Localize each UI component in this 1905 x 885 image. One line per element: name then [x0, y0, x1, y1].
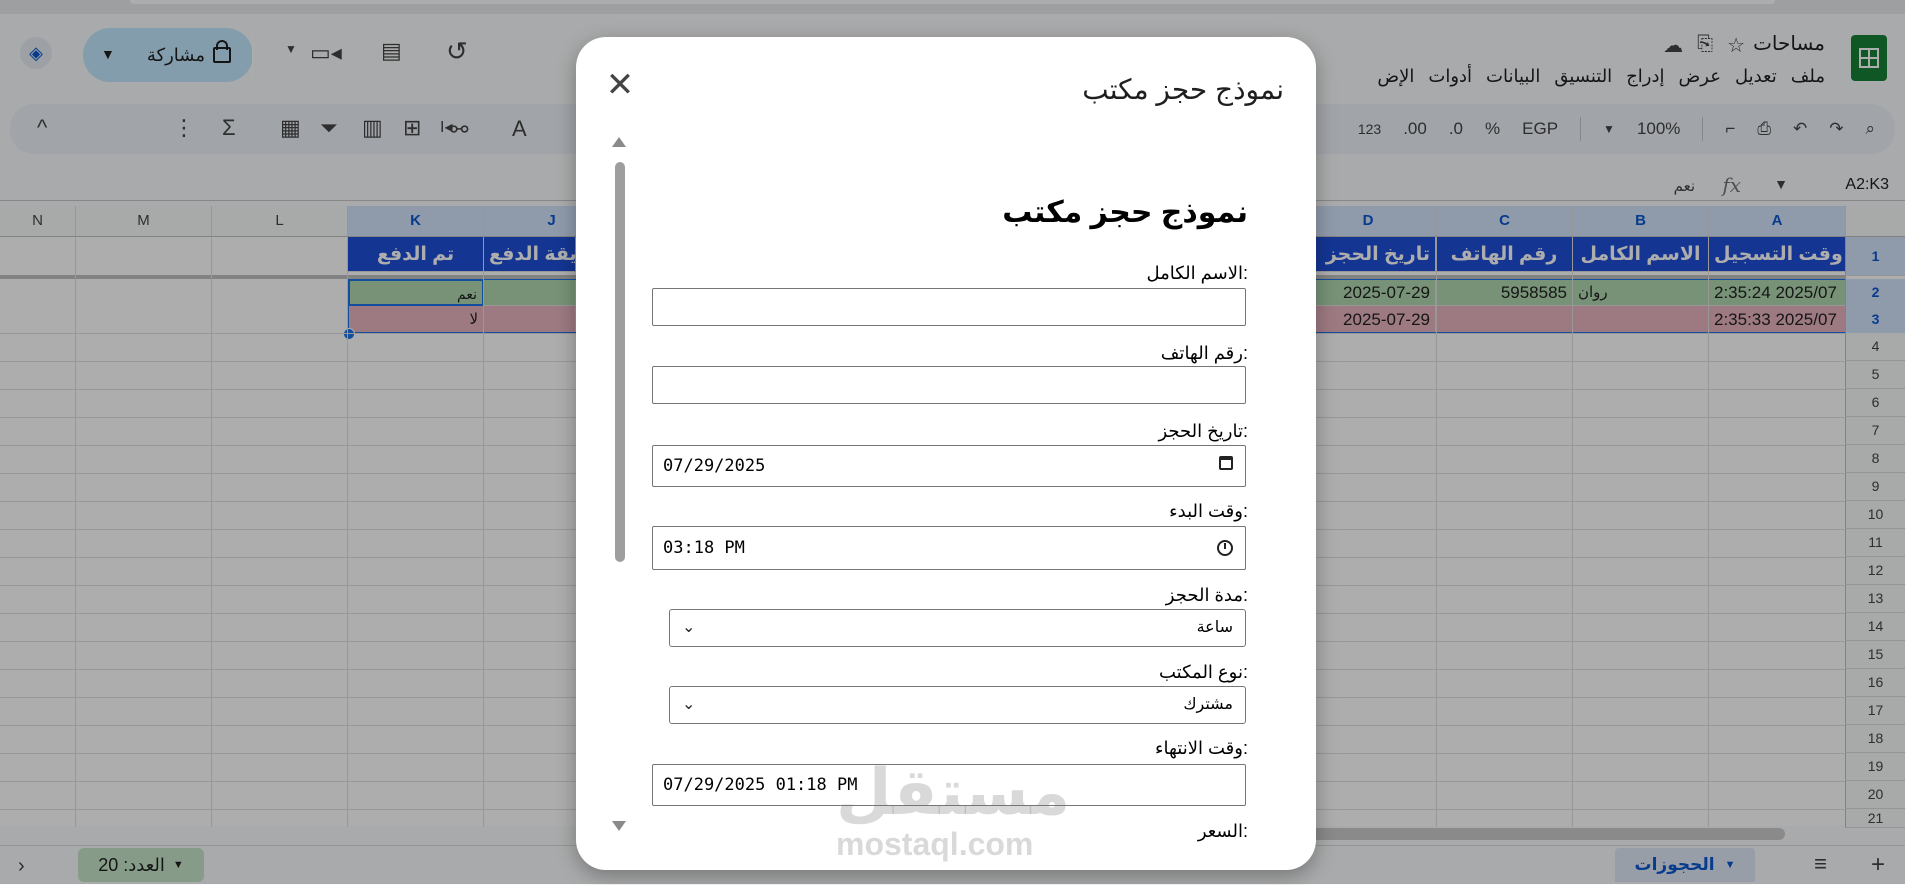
full-name-input[interactable] [652, 288, 1246, 326]
date-input[interactable]: 07/29/2025 [652, 445, 1246, 487]
duration-value: ساعة [1196, 619, 1233, 636]
dialog-scrollbar[interactable] [615, 162, 625, 562]
watermark-arabic: مستقل [836, 756, 1071, 828]
end-time-label: وقت الانتهاء: [1155, 738, 1248, 758]
start-time-input[interactable]: 03:18 PM [652, 526, 1246, 570]
full-name-label: الاسم الكامل: [1146, 263, 1248, 283]
office-type-select[interactable]: مشترك ⌄ [669, 686, 1246, 724]
chevron-down-icon: ⌄ [682, 696, 696, 713]
duration-select[interactable]: ساعة ⌄ [669, 609, 1246, 647]
date-value: 07/29/2025 [663, 456, 766, 476]
watermark-latin: mostaql.com [836, 826, 1034, 862]
scroll-up-icon[interactable] [612, 137, 626, 147]
start-time-value: 03:18 PM [663, 538, 745, 558]
start-time-label: وقت البدء: [1169, 501, 1248, 521]
price-label: السعر: [1197, 821, 1248, 841]
duration-label: مدة الحجز: [1165, 585, 1248, 605]
office-type-value: مشترك [1183, 696, 1233, 713]
date-label: تاريخ الحجز: [1158, 421, 1249, 441]
chevron-down-icon: ⌄ [682, 619, 696, 636]
form-heading: نموذج حجز مكتب [1002, 196, 1248, 229]
phone-label: رقم الهاتف: [1160, 343, 1248, 363]
calendar-icon[interactable] [1219, 456, 1233, 470]
booking-dialog: نموذج حجز مكتب ✕ نموذج حجز مكتب الاسم ال… [576, 37, 1316, 870]
office-type-label: نوع المكتب: [1158, 662, 1248, 682]
close-icon[interactable]: ✕ [600, 65, 640, 105]
phone-input[interactable] [652, 366, 1246, 404]
dialog-title: نموذج حجز مكتب [1082, 74, 1284, 105]
scroll-down-icon[interactable] [612, 821, 626, 831]
clock-icon[interactable] [1217, 540, 1233, 556]
